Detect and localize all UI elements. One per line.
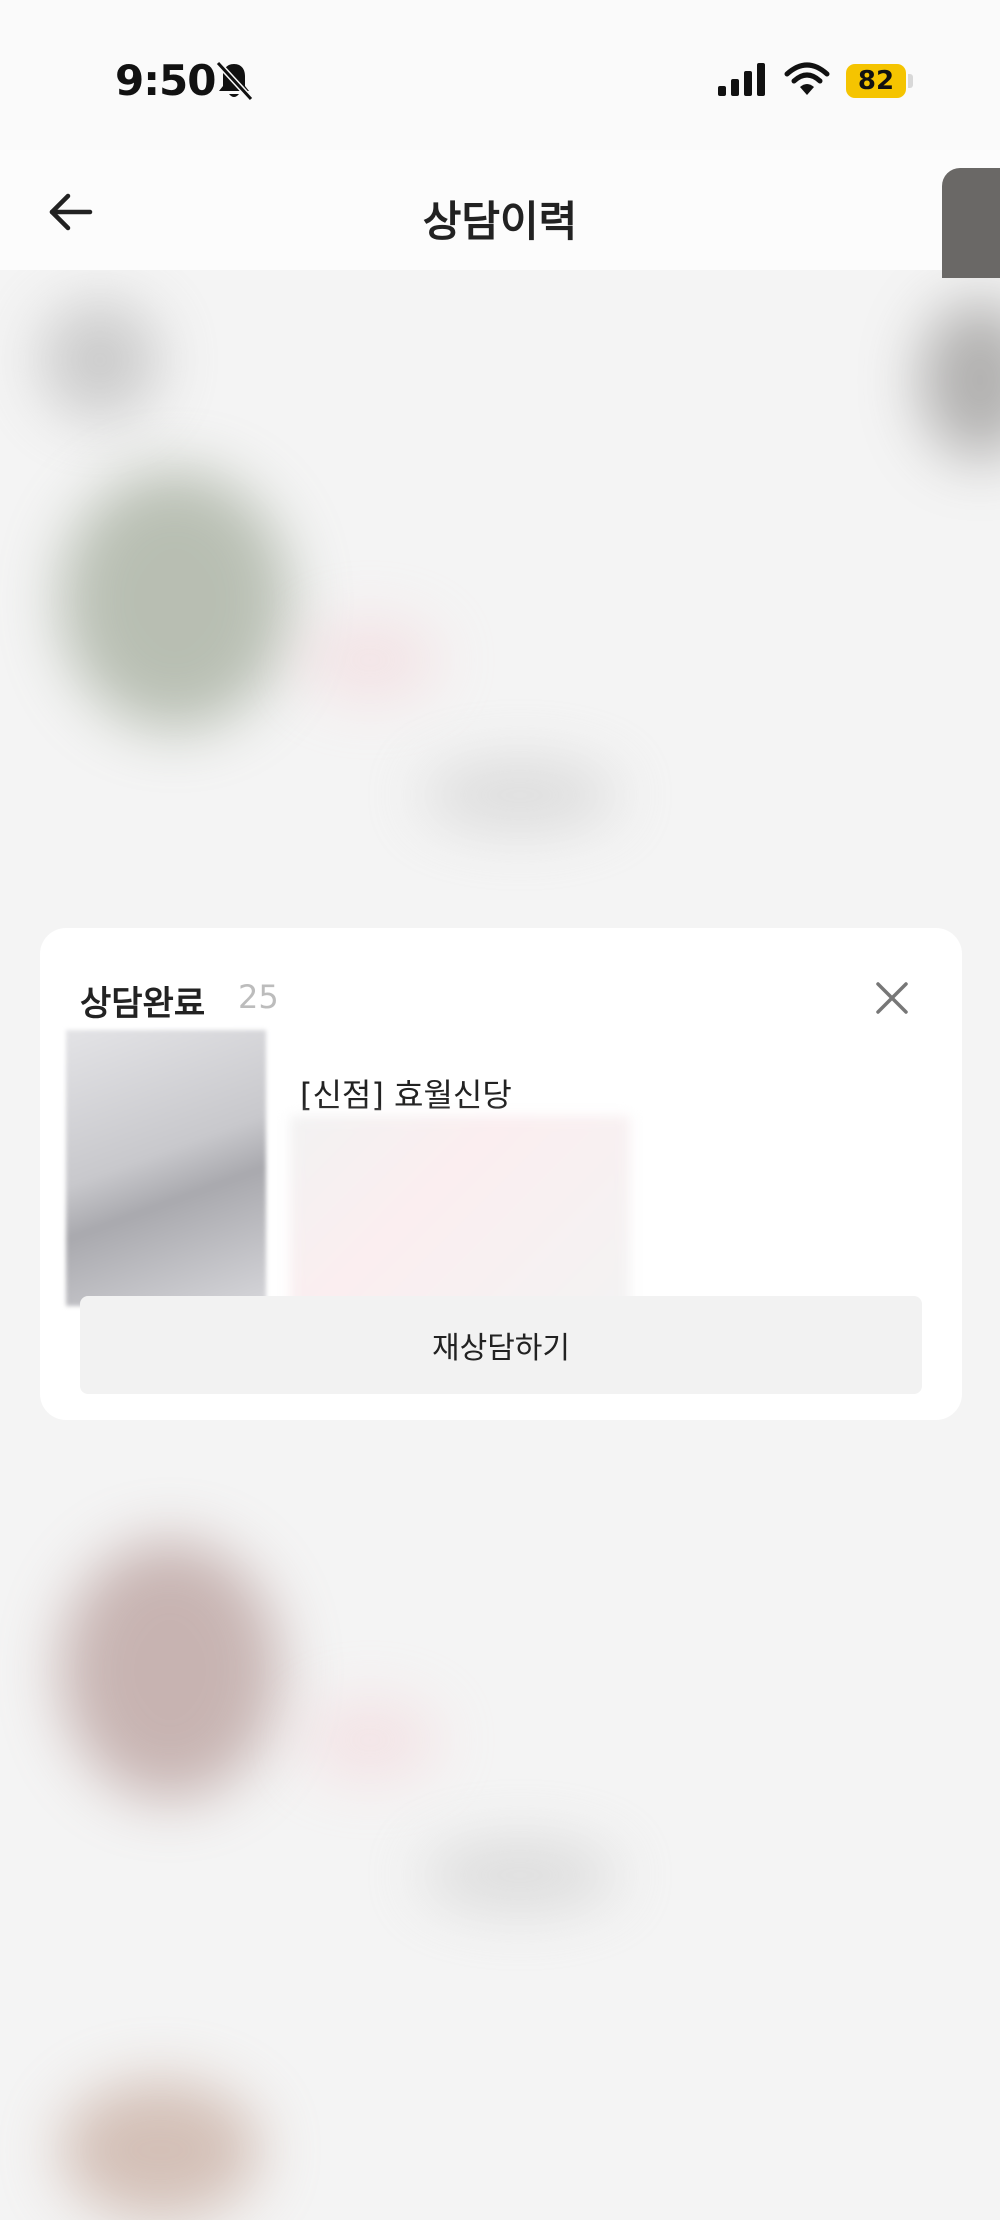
cellular-signal-icon	[718, 63, 765, 96]
store-thumbnail	[66, 1030, 266, 1306]
blurred-edge-1	[920, 300, 1000, 460]
status-bar: 9:50 82	[0, 0, 1000, 150]
redacted-date-mask	[280, 972, 600, 1022]
blurred-thumbnail-3	[60, 2080, 260, 2220]
blurred-thumbnail-1	[60, 470, 290, 730]
floating-edge-tab[interactable]	[942, 168, 1000, 278]
blurred-text-1	[420, 760, 620, 830]
blurred-avatar-1	[40, 300, 160, 420]
close-x-icon[interactable]	[872, 978, 912, 1018]
blurred-highlight-1	[300, 620, 440, 700]
consultation-card: 상담완료 25. [신점] 효월신당 재상담하기	[40, 928, 962, 1420]
reconsult-button[interactable]: 재상담하기	[80, 1296, 922, 1394]
redacted-details	[290, 1116, 630, 1316]
bell-slash-icon	[215, 60, 254, 102]
blurred-text-2	[420, 1840, 620, 1910]
blurred-highlight-2	[300, 1700, 440, 1780]
page-title: 상담이력	[422, 197, 578, 246]
wifi-icon	[784, 62, 830, 95]
battery-icon: 82	[846, 64, 906, 98]
battery-tip	[908, 74, 913, 88]
blurred-thumbnail-2	[60, 1540, 280, 1800]
consultation-status: 상담완료	[80, 984, 206, 1024]
store-name: [신점] 효월신당	[300, 1076, 512, 1114]
app-header: 상담이력	[0, 150, 1000, 270]
status-time: 9:50	[115, 56, 216, 105]
